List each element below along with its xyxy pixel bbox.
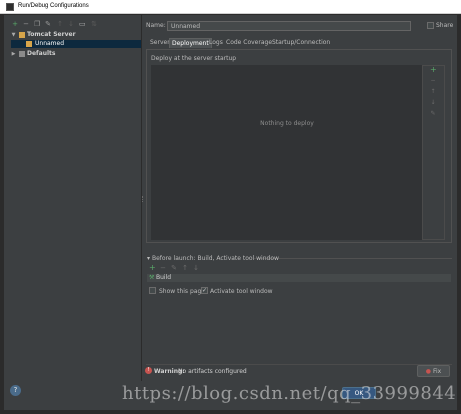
tree-item-unnamed[interactable]: Unnamed <box>11 40 141 48</box>
share-checkbox[interactable] <box>427 22 434 29</box>
share-label: Share <box>436 22 454 29</box>
edit-icon[interactable]: ✎ <box>430 111 436 117</box>
sort-icon[interactable]: ⇅ <box>91 21 97 28</box>
tab-logs[interactable]: Logs <box>207 38 225 48</box>
tab-code-coverage[interactable]: Code Coverage <box>224 38 274 48</box>
warning-icon: ● <box>425 368 433 375</box>
remove-icon[interactable]: − <box>23 21 29 28</box>
tree-item-tomcat-server[interactable]: ▼ Tomcat Server <box>4 31 142 39</box>
show-page-checkbox[interactable] <box>149 287 156 294</box>
warning-text: No artifacts configured <box>178 368 247 375</box>
edit-task-icon[interactable]: ✎ <box>171 265 177 272</box>
tree-item-label: Tomcat Server <box>27 31 76 38</box>
help-icon[interactable]: ? <box>10 385 21 396</box>
add-artifact-icon[interactable]: + <box>430 66 437 74</box>
tomcat-icon <box>26 41 32 47</box>
watermark-text: https://blog.csdn.net/qq_33999844 <box>122 383 457 404</box>
tab-deployment[interactable]: Deployment <box>169 38 212 48</box>
copy-icon[interactable]: ❐ <box>34 21 40 28</box>
window-title: Run/Debug Configurations <box>18 3 89 9</box>
tree-item-label: Defaults <box>27 50 56 57</box>
remove-task-icon[interactable]: − <box>160 265 166 272</box>
separator <box>146 364 452 365</box>
config-tree-panel: + − ❐ ✎ ↑ ↓ ▭ ⇅ ▼ Tomcat Server Unnamed … <box>4 15 142 381</box>
tree-item-label: Unnamed <box>35 40 65 47</box>
empty-list-text: Nothing to deploy <box>260 120 314 127</box>
before-launch-list: ⚒ Build <box>147 274 451 282</box>
splitter-handle[interactable] <box>142 196 144 202</box>
fix-button[interactable]: ● Fix <box>417 365 450 377</box>
move-up-icon[interactable]: ↑ <box>430 89 436 95</box>
remove-artifact-icon[interactable]: − <box>430 78 436 84</box>
title-bar: Run/Debug Configurations <box>0 0 461 14</box>
before-launch-toggle-icon[interactable]: ▾ <box>147 255 150 262</box>
settings-icon[interactable]: ✎ <box>45 21 51 28</box>
move-down-icon[interactable]: ↓ <box>193 265 199 272</box>
expand-arrow-icon[interactable]: ▼ <box>11 31 16 39</box>
list-item[interactable]: Build <box>156 274 171 282</box>
add-task-icon[interactable]: + <box>149 264 156 272</box>
defaults-icon <box>19 51 25 57</box>
tab-startup-connection[interactable]: Startup/Connection <box>270 38 332 48</box>
fix-label: Fix <box>432 368 442 375</box>
add-icon[interactable]: + <box>12 21 18 28</box>
move-down-icon[interactable]: ↓ <box>430 100 436 106</box>
build-icon: ⚒ <box>149 274 155 281</box>
deploy-section-title: Deploy at the server startup <box>151 55 237 62</box>
activate-tool-window-checkbox[interactable]: ✓ <box>201 287 208 294</box>
before-launch-title: Before launch: Build, Activate tool wind… <box>152 255 279 262</box>
move-down-icon[interactable]: ↓ <box>68 21 74 28</box>
tree-item-defaults[interactable]: ▶ Defaults <box>4 50 142 58</box>
deploy-list[interactable]: Nothing to deploy <box>151 65 423 240</box>
activate-tool-window-label: Activate tool window <box>210 288 273 295</box>
show-page-label: Show this page <box>159 288 205 295</box>
separator <box>254 258 452 259</box>
collapse-arrow-icon[interactable]: ▶ <box>11 50 16 58</box>
folder-icon[interactable]: ▭ <box>79 21 86 28</box>
name-label: Name: <box>146 22 166 29</box>
tomcat-icon <box>19 32 25 38</box>
move-up-icon[interactable]: ↑ <box>57 21 63 28</box>
warning-icon: ! <box>145 367 152 374</box>
app-icon <box>6 3 14 11</box>
move-up-icon[interactable]: ↑ <box>182 265 188 272</box>
name-input[interactable]: Unnamed <box>167 21 411 31</box>
